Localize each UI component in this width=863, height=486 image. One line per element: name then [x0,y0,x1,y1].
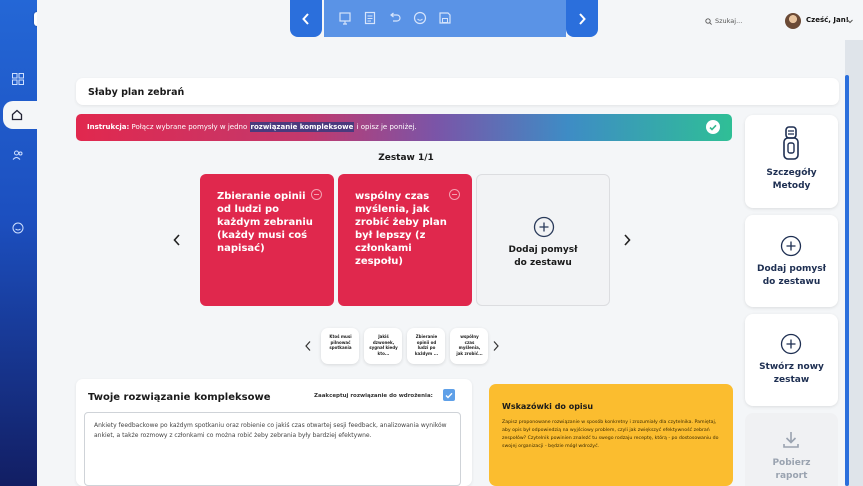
zipper-icon [779,125,803,161]
plus-circle-icon [780,235,802,257]
chevron-right-icon [493,341,499,351]
add-idea-side-label: Dodaj pomysł do zestawu [757,264,826,287]
next-step-button[interactable] [566,0,598,37]
chevron-left-icon [305,341,311,351]
user-greeting[interactable]: Cześć, Jan! [806,16,849,24]
instruction-text-after: i opisz je poniżej. [354,123,417,131]
smile-icon[interactable] [9,219,27,237]
idea-text: Zbieranie opinii od ludzi po każdym zebr… [217,191,313,254]
thumbs-prev-arrow[interactable] [303,339,313,353]
avatar[interactable] [785,13,801,29]
download-icon [781,430,801,450]
idea-thumbnail[interactable]: Zbieranie opinii od ludzi po każdym ... [407,328,445,364]
chevron-right-icon [579,12,586,25]
idea-text: wspólny czas myślenia, jak zrobić żeby p… [355,191,447,267]
toolbar [324,0,566,37]
home-icon [3,101,31,129]
idea-thumbnail[interactable]: Ktoś musi pilnować spotkania [321,328,359,364]
plus-circle-icon [533,216,555,238]
set-label: Zestaw 1/1 [378,153,434,163]
tips-text: Zapisz proponowane rozwiązanie w sposób … [502,420,719,449]
prev-step-button[interactable] [290,0,322,37]
method-details-button[interactable]: Szczegóły Metody [745,115,838,208]
scrollbar[interactable] [845,75,849,486]
set-prev-arrow[interactable] [172,233,182,247]
chevron-right-icon [624,234,631,246]
add-idea-card[interactable]: Dodaj pomysł do zestawu [476,174,610,306]
new-set-button[interactable]: Stwórz nowy zestaw [745,314,838,406]
search-icon [705,17,712,25]
new-set-label: Stwórz nowy zestaw [759,362,824,385]
accept-label: Zaakceptuj rozwiązanie do wdrożenia: [314,393,433,399]
check-icon [445,392,453,399]
remove-idea-icon[interactable] [449,189,460,200]
undo-icon[interactable] [388,11,402,25]
idea-thumbnail[interactable]: wspólny czas myślenia, jak zrobić... [450,328,488,364]
add-idea-button[interactable]: Dodaj pomysł do zestawu [745,215,838,307]
thumbs-next-arrow[interactable] [491,339,501,353]
instruction-label: Instrukcja: [87,123,130,131]
sidebar-item-home[interactable] [3,101,37,129]
chevron-down-icon[interactable] [846,17,854,25]
idea-card[interactable]: Zbieranie opinii od ludzi po każdym zebr… [200,174,334,306]
add-idea-label: Dodaj pomysł do zestawu [508,245,578,268]
check-icon [706,120,720,134]
solution-textarea[interactable]: Ankiety feedbackowe po każdym spotkaniu … [84,412,461,486]
solution-title: Twoje rozwiązanie kompleksowe [88,392,271,403]
notes-icon[interactable] [363,11,377,25]
sidebar [0,0,37,486]
idea-card[interactable]: wspólny czas myślenia, jak zrobić żeby p… [338,174,472,306]
set-next-arrow[interactable] [622,233,632,247]
instruction-banner: Instrukcja: Połącz wybrane pomysły w jed… [76,114,732,141]
solution-panel: Twoje rozwiązanie kompleksowe Zaakceptuj… [76,379,472,486]
download-report-label: Pobierz raport [772,458,811,481]
download-report-button[interactable]: Pobierz raport [745,413,838,486]
accept-checkbox[interactable] [443,389,455,401]
users-icon[interactable] [9,146,27,164]
search-input[interactable]: Szukaj... [705,17,742,25]
instruction-highlight: rozwiązanie kompleksowe [249,122,355,132]
emoji-icon[interactable] [413,11,427,25]
idea-thumbnail[interactable]: Jakiś dzwonek, sygnał kiedy kto... [364,328,402,364]
page-title: Słaby plan zebrań [76,78,839,105]
instruction-text-before: Połącz wybrane pomysły w jedno [129,123,250,131]
remove-idea-icon[interactable] [311,189,322,200]
chevron-left-icon [302,12,309,25]
plus-circle-icon [780,333,802,355]
tips-panel: Wskazówki do opisu Zapisz proponowane ro… [489,384,733,486]
save-icon[interactable] [438,11,452,25]
method-details-label: Szczegóły Metody [766,168,817,191]
tips-title: Wskazówki do opisu [502,402,594,411]
search-placeholder: Szukaj... [715,17,743,25]
grid-icon[interactable] [9,70,27,88]
presentation-icon[interactable] [338,11,352,25]
chevron-left-icon [173,234,180,246]
